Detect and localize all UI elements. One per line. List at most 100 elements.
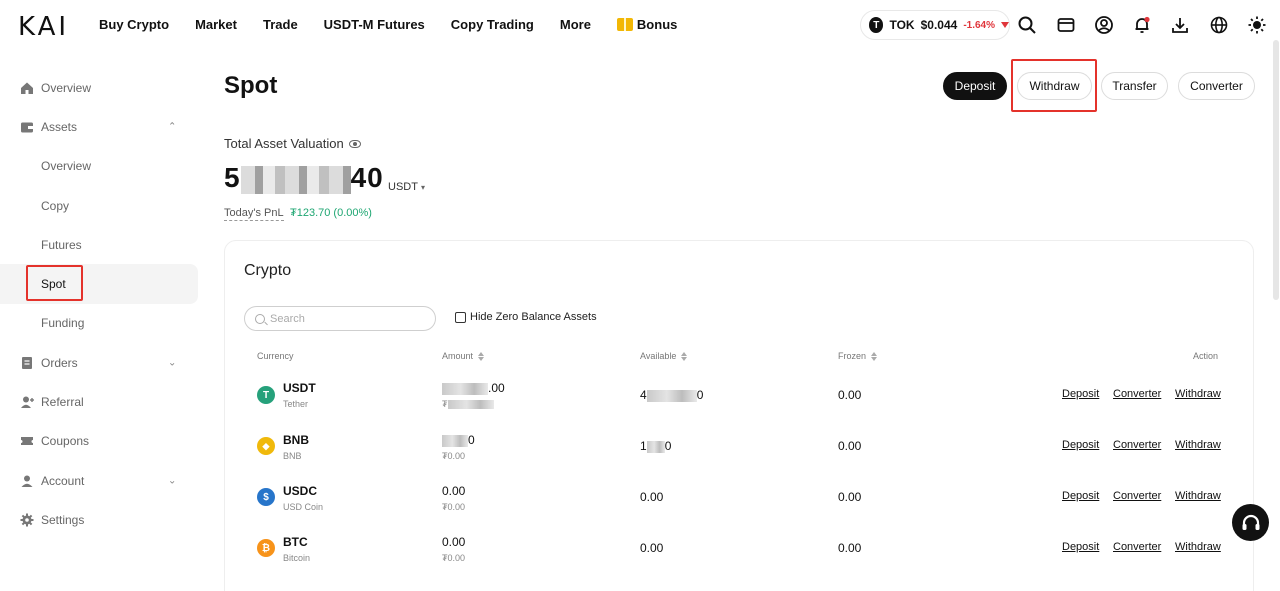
pnl-label[interactable]: Today's PnL <box>224 207 284 221</box>
row-withdraw-link[interactable]: Withdraw <box>1175 439 1221 451</box>
column-header-frozen[interactable]: Frozen <box>838 351 878 361</box>
row-converter-link[interactable]: Converter <box>1113 541 1161 553</box>
nav-trade[interactable]: Trade <box>263 17 298 32</box>
row-converter-link[interactable]: Converter <box>1113 439 1161 451</box>
row-converter-link[interactable]: Converter <box>1113 388 1161 400</box>
available-head: 1 <box>640 439 647 453</box>
row-converter-link[interactable]: Converter <box>1113 490 1161 502</box>
search-input[interactable] <box>270 312 420 325</box>
transfer-button[interactable]: Transfer <box>1101 72 1168 100</box>
page-title: Spot <box>224 72 278 99</box>
user-icon[interactable] <box>1094 15 1114 35</box>
top-navigation: KAI Buy Crypto Market Trade USDT-M Futur… <box>0 0 1280 52</box>
row-deposit-link[interactable]: Deposit <box>1062 541 1099 553</box>
sidebar-item-overview[interactable]: Overview <box>0 68 200 107</box>
row-deposit-link[interactable]: Deposit <box>1062 490 1099 502</box>
hide-zero-label: Hide Zero Balance Assets <box>470 311 597 323</box>
nav-usdt-m-futures[interactable]: USDT-M Futures <box>324 17 425 32</box>
nav-more[interactable]: More <box>560 17 591 32</box>
table-row: ◆ BNB BNB 0 ₮0.00 10 0.00 Deposit Conver… <box>0 423 1280 474</box>
sidebar-subitem-spot[interactable]: Spot <box>0 264 198 304</box>
globe-icon[interactable] <box>1209 15 1229 35</box>
sidebar-subitem-overview[interactable]: Overview <box>0 147 200 186</box>
masked-value <box>442 382 488 395</box>
home-icon <box>21 82 33 94</box>
nav-copy-trading[interactable]: Copy Trading <box>451 17 534 32</box>
ticker-change: -1.64% <box>963 19 995 31</box>
amount-fiat: ₮0.00 <box>442 502 466 512</box>
deposit-button[interactable]: Deposit <box>943 72 1007 100</box>
converter-button[interactable]: Converter <box>1178 72 1255 100</box>
gift-icon <box>616 18 633 31</box>
ticker-symbol: TOK <box>889 18 915 32</box>
tok-token-icon: T <box>869 17 884 33</box>
total-asset-valuation: Total Asset Valuation <box>224 136 361 151</box>
wallet-icon <box>21 122 33 133</box>
column-header-available[interactable]: Available <box>640 351 688 361</box>
amount-fiat: ₮0.00 <box>442 553 466 563</box>
row-withdraw-link[interactable]: Withdraw <box>1175 388 1221 400</box>
masked-value <box>447 400 494 410</box>
unit-selector[interactable]: USDT ▾ <box>388 181 425 193</box>
search-icon[interactable] <box>1017 15 1037 35</box>
table-row: ₿ BTC Bitcoin 0.00 ₮0.00 0.00 0.00 Depos… <box>0 525 1280 576</box>
search-icon <box>255 313 265 324</box>
orders-icon <box>22 356 32 369</box>
withdraw-button[interactable]: Withdraw <box>1017 72 1092 100</box>
sidebar-item-assets[interactable]: Assets ⌃ <box>0 107 200 146</box>
search-box[interactable] <box>244 306 436 331</box>
sidebar-item-label: Futures <box>41 237 82 252</box>
available-value: 40 <box>640 388 703 402</box>
column-label: Available <box>640 351 677 361</box>
nav-market[interactable]: Market <box>195 17 237 32</box>
coin-symbol: BTC <box>283 535 308 549</box>
available-tail: 0 <box>664 439 672 453</box>
hide-zero-checkbox[interactable] <box>455 311 466 323</box>
hide-zero-toggle[interactable]: Hide Zero Balance Assets <box>455 311 597 323</box>
coin-symbol: USDC <box>283 484 318 498</box>
frozen-value: 0.00 <box>838 439 862 453</box>
nav-buy-crypto[interactable]: Buy Crypto <box>99 17 169 32</box>
sidebar-subitem-copy[interactable]: Copy <box>0 186 200 225</box>
chevron-down-icon: ▾ <box>420 183 425 192</box>
balance-suffix: 40 <box>350 162 384 193</box>
main-nav: Buy Crypto Market Trade USDT-M Futures C… <box>99 17 703 32</box>
nav-bonus[interactable]: Bonus <box>616 17 677 32</box>
available-tail: 0 <box>696 388 704 402</box>
btc-coin-icon: ₿ <box>257 539 275 557</box>
column-label: Amount <box>442 351 474 361</box>
masked-value <box>442 434 468 447</box>
unit-label: USDT <box>388 181 418 193</box>
theme-icon[interactable] <box>1247 15 1267 35</box>
amount-tail: 0 <box>468 433 475 447</box>
frozen-value: 0.00 <box>838 388 862 402</box>
pnl-value: ₮123.70 (0.00%) <box>290 207 372 219</box>
masked-value <box>646 389 697 402</box>
coin-symbol: USDT <box>283 381 316 395</box>
row-deposit-link[interactable]: Deposit <box>1062 439 1099 451</box>
bell-icon[interactable] <box>1132 15 1152 35</box>
amount-value: 0.00 <box>442 484 466 498</box>
coin-name: Tether <box>283 399 309 409</box>
download-icon[interactable] <box>1170 15 1190 35</box>
column-header-amount[interactable]: Amount <box>442 351 485 361</box>
masked-value <box>646 440 665 453</box>
sidebar-subitem-funding[interactable]: Funding <box>0 304 200 343</box>
sort-icon <box>681 351 688 361</box>
amount-value: .00 <box>442 381 505 395</box>
kai-logo[interactable]: KAI <box>18 12 69 42</box>
available-value: 10 <box>640 439 671 453</box>
eye-icon[interactable] <box>348 139 361 148</box>
masked-balance <box>240 165 351 194</box>
row-withdraw-link[interactable]: Withdraw <box>1175 541 1221 553</box>
wallet-icon[interactable] <box>1056 15 1076 35</box>
support-chat-button[interactable] <box>1232 504 1269 541</box>
page-scrollbar[interactable] <box>1273 40 1279 300</box>
frozen-value: 0.00 <box>838 541 862 555</box>
ticker-price: $0.044 <box>920 18 958 32</box>
row-withdraw-link[interactable]: Withdraw <box>1175 490 1221 502</box>
token-ticker[interactable]: T TOK $0.044 -1.64% <box>860 10 1010 40</box>
row-deposit-link[interactable]: Deposit <box>1062 388 1099 400</box>
sidebar-subitem-futures[interactable]: Futures <box>0 225 200 264</box>
sidebar-item-label: Overview <box>41 159 92 174</box>
